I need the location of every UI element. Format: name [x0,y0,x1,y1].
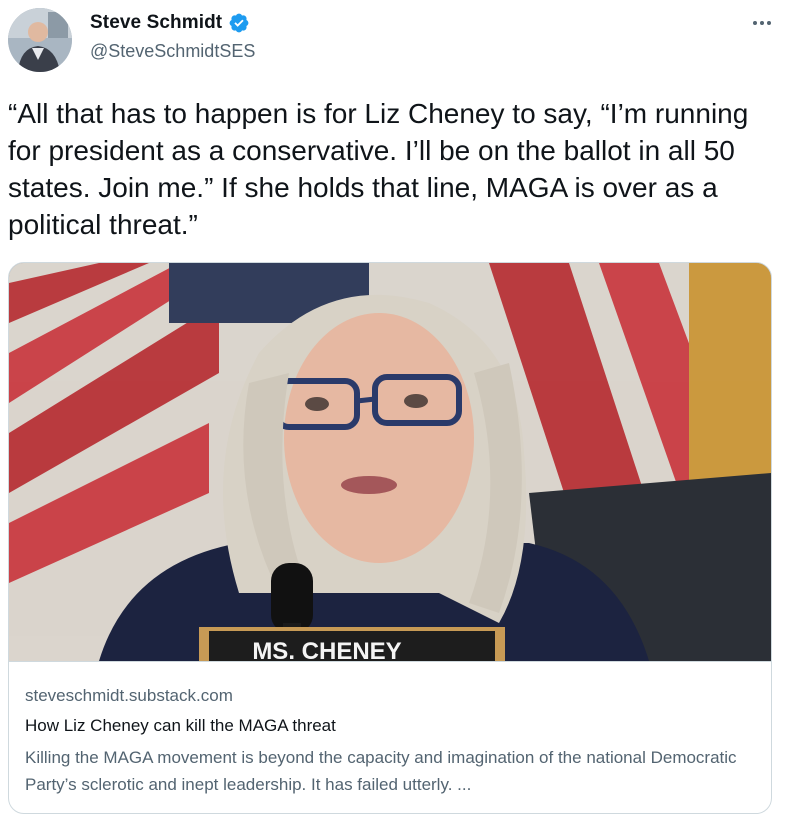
nameplate-text: MS. CHENEY [252,638,401,661]
link-card[interactable]: MS. CHENEY steveschmidt.substack.com How… [8,262,772,814]
tweet: Steve Schmidt @SteveSchmidtSES “All that… [0,0,789,828]
card-image[interactable]: MS. CHENEY [9,263,771,661]
verified-badge-icon [228,12,250,34]
card-description: Killing the MAGA movement is beyond the … [25,748,737,794]
card-domain: steveschmidt.substack.com [25,686,233,705]
author-name-row[interactable]: Steve Schmidt [90,12,250,34]
tweet-text: “All that has to happen is for Liz Chene… [8,98,757,240]
more-horizontal-icon[interactable] [744,8,780,38]
card-photo: MS. CHENEY [9,263,771,661]
avatar[interactable] [8,8,72,72]
card-divider [9,661,771,662]
avatar-image [8,8,72,72]
author-handle[interactable]: @SteveSchmidtSES [90,41,255,62]
author-display-name[interactable]: Steve Schmidt [90,12,222,34]
card-title: How Liz Cheney can kill the MAGA threat [25,716,336,735]
